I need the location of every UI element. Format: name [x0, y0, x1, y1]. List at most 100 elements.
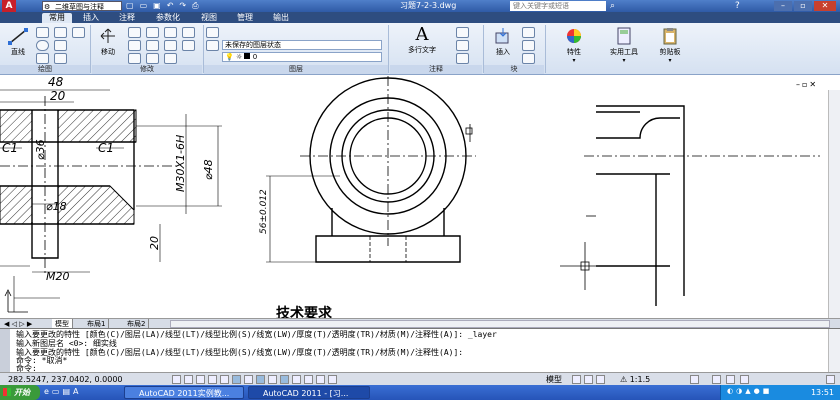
grid-toggle[interactable]	[196, 375, 205, 384]
line-button[interactable]: 直线	[4, 27, 32, 57]
isolate-objects-icon[interactable]	[740, 375, 749, 384]
stretch-icon[interactable]	[128, 53, 141, 64]
lwt-toggle[interactable]	[292, 375, 301, 384]
command-window[interactable]: 输入要更改的特性 [颜色(C)/图层(LA)/线型(LT)/线型比例(S)/线宽…	[0, 328, 840, 373]
circle-icon[interactable]	[36, 40, 49, 51]
tpy-toggle[interactable]	[304, 375, 313, 384]
mirror-icon[interactable]	[128, 40, 141, 51]
autocad-quick-icon[interactable]: A	[73, 387, 81, 396]
annotation-scale[interactable]: ⚠ 1:1.5	[620, 374, 650, 385]
horizontal-scrollbar[interactable]	[170, 320, 830, 328]
table-icon[interactable]	[456, 53, 469, 64]
mtext-button[interactable]: A 多行文字	[398, 25, 446, 55]
ducs-toggle[interactable]	[268, 375, 277, 384]
3dosnap-toggle[interactable]	[244, 375, 253, 384]
chevron-down-icon[interactable]: ▾	[556, 57, 592, 64]
workspace-selector[interactable]: ⚙ 二维草图与注释	[42, 1, 122, 11]
block-panel-label[interactable]: 块	[484, 65, 544, 74]
hatch-icon[interactable]	[54, 40, 67, 51]
ortho-toggle[interactable]	[208, 375, 217, 384]
infer-constraints-toggle[interactable]	[172, 375, 181, 384]
tab-output[interactable]: 输出	[266, 13, 296, 23]
clean-screen-icon[interactable]	[826, 375, 835, 384]
dyn-toggle[interactable]	[280, 375, 289, 384]
properties-button[interactable]: 特性 ▾	[556, 27, 592, 64]
explode-icon[interactable]	[164, 40, 177, 51]
tab-manage[interactable]: 管理	[230, 13, 260, 23]
command-scrollbar[interactable]	[828, 329, 840, 373]
undo-icon[interactable]: ↶	[167, 1, 180, 10]
search-input[interactable]: 键入关键字或短语	[510, 1, 606, 11]
pan-icon[interactable]	[596, 375, 605, 384]
gradient-icon[interactable]	[54, 53, 67, 64]
utilities-button[interactable]: 实用工具 ▾	[604, 27, 644, 64]
scale-icon[interactable]	[146, 53, 159, 64]
minimize-button[interactable]: –	[774, 1, 792, 11]
tab-home[interactable]: 常用	[42, 13, 72, 23]
folder-icon[interactable]: ▤	[62, 387, 73, 396]
trim-icon[interactable]	[146, 27, 159, 38]
coordinate-readout[interactable]: 282.5247, 237.0402, 0.0000	[8, 374, 123, 385]
create-block-icon[interactable]	[522, 27, 535, 38]
attribute-icon[interactable]	[522, 53, 535, 64]
workspace-switch-icon[interactable]	[690, 375, 699, 384]
viewport-controls[interactable]: –▫✕	[796, 80, 818, 89]
help-icon[interactable]: ?	[735, 0, 740, 12]
taskbar-item-active[interactable]: AutoCAD 2011 - [习...	[248, 386, 370, 399]
tab-view[interactable]: 视图	[194, 13, 224, 23]
vertical-scrollbar[interactable]	[828, 90, 840, 318]
new-icon[interactable]: ▢	[126, 1, 140, 10]
polar-toggle[interactable]	[220, 375, 229, 384]
modify-panel-label[interactable]: 修改	[92, 65, 202, 74]
close-view-icon[interactable]: ✕	[809, 80, 818, 89]
chevron-down-icon[interactable]: ▾	[652, 57, 688, 64]
autocad-logo-icon[interactable]: A	[2, 0, 16, 12]
layers-panel-label[interactable]: 图层	[204, 65, 388, 74]
tray-icons[interactable]: ◐◑▲●■	[727, 387, 772, 395]
start-button[interactable]: 开始	[0, 385, 40, 400]
erase-icon[interactable]	[164, 27, 177, 38]
osnap-toggle[interactable]	[232, 375, 241, 384]
close-button[interactable]: ✕	[814, 1, 836, 11]
open-icon[interactable]: ▭	[140, 1, 154, 10]
quick-view-drawings-icon[interactable]	[584, 375, 593, 384]
array-icon[interactable]	[182, 27, 195, 38]
save-icon[interactable]: ▣	[153, 1, 167, 10]
otrack-toggle[interactable]	[256, 375, 265, 384]
layer-properties-icon[interactable]	[206, 27, 219, 38]
desktop-icon[interactable]: ▭	[52, 387, 63, 396]
chevron-down-icon[interactable]: ▾	[604, 57, 644, 64]
ie-icon[interactable]: e	[44, 387, 52, 396]
fillet-icon[interactable]	[146, 40, 159, 51]
offset-icon[interactable]	[164, 53, 177, 64]
maximize-button[interactable]: ▫	[794, 1, 812, 11]
drawing-canvas[interactable]: 48 20 C1 C1 ⌀36 ⌀18 M30X1-6H ⌀48 20 M20 …	[0, 76, 840, 318]
clipboard-button[interactable]: 剪贴板 ▾	[652, 27, 688, 64]
insert-button[interactable]: 插入	[488, 27, 518, 57]
quick-view-layouts-icon[interactable]	[572, 375, 581, 384]
layer-match-icon[interactable]	[206, 40, 219, 51]
layer-state-dropdown[interactable]: 未保存的图层状态	[222, 40, 382, 50]
qp-toggle[interactable]	[316, 375, 325, 384]
tab-parametric[interactable]: 参数化	[148, 13, 188, 23]
annotation-panel-label[interactable]: 注释	[390, 65, 482, 74]
command-window-handle[interactable]	[0, 329, 10, 373]
tab-insert[interactable]: 插入	[76, 13, 106, 23]
redo-icon[interactable]: ↷	[179, 1, 192, 10]
hardware-acceleration-icon[interactable]	[726, 375, 735, 384]
edit-block-icon[interactable]	[522, 40, 535, 51]
drawing-svg[interactable]: 48 20 C1 C1 ⌀36 ⌀18 M30X1-6H ⌀48 20 M20 …	[0, 76, 840, 318]
rectangle-icon[interactable]	[54, 27, 67, 38]
model-space-button[interactable]: 模型	[546, 374, 562, 385]
arc-icon[interactable]	[36, 53, 49, 64]
polyline-icon[interactable]	[36, 27, 49, 38]
leader-icon[interactable]	[456, 40, 469, 51]
dimension-icon[interactable]	[456, 27, 469, 38]
taskbar-item[interactable]: AutoCAD 2011实例教...	[124, 386, 244, 399]
tab-annotate[interactable]: 注释	[112, 13, 142, 23]
ellipse-icon[interactable]	[72, 27, 85, 38]
draw-panel-label[interactable]: 绘图	[0, 65, 90, 74]
move-button[interactable]: 移动	[94, 27, 122, 57]
copy-icon[interactable]	[182, 40, 195, 51]
search-icon[interactable]: ⌕	[610, 0, 615, 12]
